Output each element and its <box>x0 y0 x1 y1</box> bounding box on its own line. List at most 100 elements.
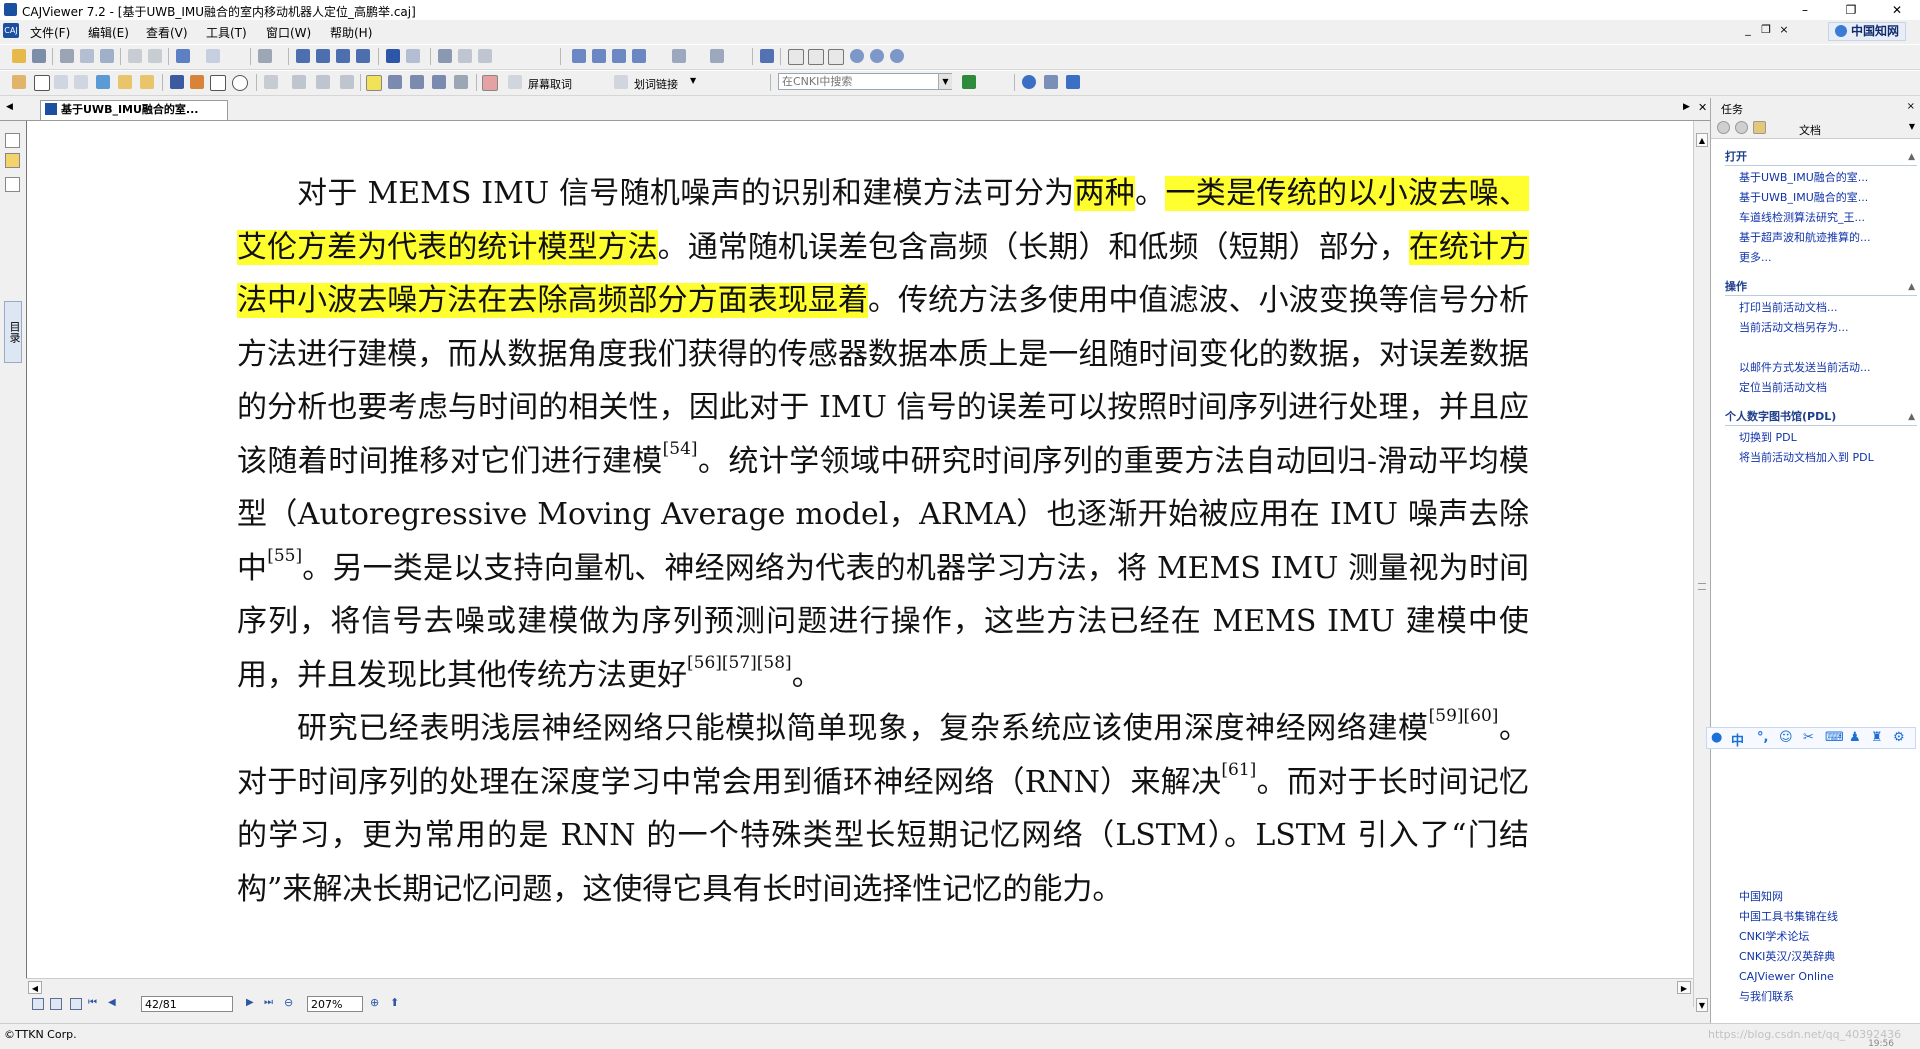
note-icon[interactable] <box>292 75 306 89</box>
pen-icon[interactable] <box>170 75 184 89</box>
highlight-text-icon[interactable] <box>366 75 382 91</box>
save-as-link[interactable]: 当前活动文档另存为... <box>1739 320 1919 336</box>
prev-page-button[interactable]: ◀ <box>108 997 116 1008</box>
zoom-input[interactable] <box>307 996 363 1012</box>
notes-icon[interactable] <box>5 133 20 148</box>
section-open[interactable]: 打开 ▲ <box>1725 150 1917 166</box>
cnki-search-input[interactable] <box>778 73 952 90</box>
properties-icon[interactable] <box>258 49 272 63</box>
recent-file-1[interactable]: 基于UWB_IMU融合的室... <box>1739 170 1919 186</box>
tab-document[interactable]: 基于UWB_IMU融合的室... <box>40 100 228 120</box>
scroll-left-icon[interactable]: ◀ <box>28 981 42 994</box>
scroll-down-icon[interactable]: ▼ <box>1696 998 1708 1012</box>
tab-scroll-right-icon[interactable]: ▶ <box>1683 102 1690 112</box>
eraser-icon[interactable] <box>264 75 278 89</box>
section-pdl[interactable]: 个人数字图书馆(PDL) ▲ <box>1725 410 1917 426</box>
paste-icon[interactable] <box>148 49 162 63</box>
snapshot-icon[interactable] <box>118 75 132 89</box>
vertical-scrollbar[interactable]: ▲ ▼ <box>1693 121 1711 1012</box>
ime-logo-icon[interactable]: ● <box>1711 730 1722 745</box>
user-icon[interactable]: ♟ <box>1849 730 1861 745</box>
link-cajviewer-online[interactable]: CAJViewer Online <box>1739 969 1919 985</box>
recent-file-2[interactable]: 基于UWB_IMU融合的室... <box>1739 190 1919 206</box>
search-dropdown-icon[interactable]: ▼ <box>938 74 952 89</box>
link-cnki[interactable]: 中国知网 <box>1739 889 1919 905</box>
ime-punctuation[interactable]: °, <box>1757 730 1768 745</box>
link-contact-us[interactable]: 与我们联系 <box>1739 989 1919 1005</box>
single-page-view-icon[interactable] <box>32 998 44 1010</box>
tab-scroll-left-icon[interactable]: ◀ <box>6 102 13 112</box>
help-icon[interactable] <box>1022 75 1036 89</box>
document-view[interactable]: 对于 MEMS IMU 信号随机噪声的识别和建模方法可分为两种。一类是传统的以小… <box>26 121 1694 978</box>
print-icon[interactable] <box>60 49 74 63</box>
zoom-out-button[interactable]: ⊖ <box>284 996 293 1009</box>
fit-width-icon[interactable] <box>828 49 844 65</box>
scissors-icon[interactable]: ✂ <box>1803 730 1814 745</box>
menu-view[interactable]: 查看(V) <box>146 24 188 41</box>
rectangle-icon[interactable] <box>210 75 226 91</box>
save-icon[interactable] <box>32 49 46 63</box>
fit-page-icon[interactable] <box>808 49 824 65</box>
copy-page-icon[interactable] <box>140 75 154 89</box>
pencil-icon[interactable] <box>190 75 204 89</box>
menu-edit[interactable]: 编辑(E) <box>88 24 129 41</box>
menu-file[interactable]: 文件(F) <box>30 24 70 41</box>
annotation-panel-icon[interactable] <box>5 153 20 168</box>
facing-page-icon[interactable] <box>612 49 626 63</box>
facing-view-icon[interactable] <box>70 998 82 1010</box>
link-reference-books[interactable]: 中国工具书集锦在线 <box>1739 909 1919 925</box>
minimize-button[interactable]: – <box>1782 0 1828 20</box>
forward-icon[interactable] <box>406 49 420 63</box>
image-select-icon[interactable] <box>74 75 88 89</box>
link-cnki-dictionary[interactable]: CNKI英汉/汉英辞典 <box>1739 949 1919 965</box>
last-page-button[interactable]: ⏭ <box>264 997 273 1008</box>
scroll-right-icon[interactable]: ▶ <box>1677 981 1691 994</box>
about-icon[interactable] <box>1044 75 1058 89</box>
next-page-button[interactable]: ▶ <box>246 997 254 1008</box>
mail-icon[interactable] <box>100 49 114 63</box>
single-page-icon[interactable] <box>572 49 586 63</box>
task-pane-close-icon[interactable]: × <box>1907 101 1915 112</box>
scroll-up-icon[interactable]: ▲ <box>1696 133 1708 147</box>
underline-icon[interactable] <box>432 75 446 89</box>
thumbnails-icon[interactable] <box>5 177 20 192</box>
shirt-icon[interactable]: ♜ <box>1871 730 1883 745</box>
word-link-button[interactable]: 划词链接 <box>634 76 678 92</box>
first-page-button[interactable]: ⏮ <box>88 997 97 1008</box>
collapse-icon[interactable]: ▲ <box>1908 280 1915 294</box>
page-number-input[interactable] <box>141 996 233 1012</box>
more-files-link[interactable]: 更多... <box>1739 250 1919 266</box>
search-go-icon[interactable] <box>962 75 976 89</box>
close-button[interactable]: ✕ <box>1874 0 1920 20</box>
collapse-icon[interactable]: ▲ <box>1908 410 1915 424</box>
rotate-icon[interactable] <box>672 49 686 63</box>
music-note-icon[interactable] <box>340 75 354 89</box>
actual-size-icon[interactable] <box>788 49 804 65</box>
ime-chinese-mode[interactable]: 中 <box>1731 730 1744 749</box>
back-icon[interactable] <box>386 49 400 63</box>
mdi-restore-button[interactable]: ❐ <box>1756 23 1776 36</box>
cnki-brand-button[interactable]: 中国知网 <box>1827 22 1906 41</box>
screen-capture-button[interactable]: 屏幕取词 <box>528 76 572 92</box>
forward-nav-icon[interactable] <box>1735 121 1748 134</box>
menu-help[interactable]: 帮助(H) <box>330 24 372 41</box>
back-nav-icon[interactable] <box>1717 121 1730 134</box>
find-icon[interactable] <box>438 49 452 63</box>
find-next-icon[interactable] <box>478 49 492 63</box>
zoom-out-icon[interactable] <box>870 49 884 63</box>
screen-capture-icon[interactable] <box>482 75 498 91</box>
stamp-icon[interactable] <box>454 75 468 89</box>
link-cnki-forum[interactable]: CNKI学术论坛 <box>1739 929 1919 945</box>
next-page-icon[interactable] <box>336 49 350 63</box>
copy-icon[interactable] <box>128 49 142 63</box>
zoom-icon[interactable] <box>890 49 904 63</box>
zoom-in-icon[interactable] <box>850 49 864 63</box>
open-folder-icon[interactable] <box>12 49 26 63</box>
prev-page-icon[interactable] <box>316 49 330 63</box>
continuous-view-icon[interactable] <box>50 998 62 1010</box>
mdi-minimize-button[interactable]: _ <box>1738 23 1758 36</box>
catalog-tab[interactable]: 目录 <box>4 301 22 363</box>
last-page-icon[interactable] <box>356 49 370 63</box>
locate-document-link[interactable]: 定位当前活动文档 <box>1739 380 1919 396</box>
recent-file-3[interactable]: 车道线检测算法研究_王... <box>1739 210 1919 226</box>
